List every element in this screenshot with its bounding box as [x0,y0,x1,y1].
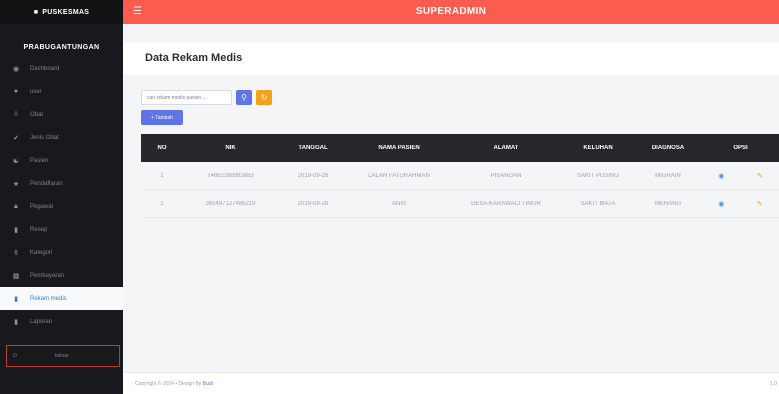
sidebar-item-label: user [30,88,42,95]
column-header-no: NO [157,145,167,151]
sidebar-item-label: Jenis Obat [30,134,59,141]
sidebar-item-label: Pasien [30,157,49,164]
brand-name: PUSKESMAS [42,8,90,16]
refresh-icon: ↻ [260,93,268,102]
view-icon[interactable]: ◉ [718,200,724,208]
refresh-button[interactable]: ↻ [256,90,272,105]
search-icon: ⚲ [241,93,247,102]
records-table: NO NIK TANGGAL NAMA PASIEN ALAMAT KELUHA… [141,134,779,218]
topbar-title: SUPERADMIN [415,6,487,17]
search-button[interactable]: ⚲ [236,90,252,105]
footer-author-link[interactable]: Budi [203,381,213,387]
cell-alamat: DESA KARAWACI TIMUR [471,200,541,207]
table-header: NO NIK TANGGAL NAMA PASIEN ALAMAT KELUHA… [141,134,779,162]
cell-nik: 74662288993883 [207,172,254,179]
column-header-keluhan: KELUHAN [583,145,613,151]
sidebar-item-kategori[interactable]: ⚱ Kategori [0,241,123,264]
sidebar-item-label: Rekam medis [30,295,67,302]
sidebar-item-pegawai[interactable]: ▲ Pegawai [0,195,123,218]
cell-no: 1 [160,172,164,179]
sidebar-item-label: Resep [30,226,48,233]
sidebar-item-pembayaran[interactable]: ▩ Pembayaran [0,264,123,287]
table-row: 1 74662288993883 2019-09-28 LALAN FATURA… [141,162,779,190]
add-button[interactable]: + Tambah [141,110,183,125]
cell-nik: 365497127486219 [205,200,256,207]
cell-opsi: ◉ ✎ [702,172,779,180]
syringe-icon: ✔ [13,134,19,142]
column-header-diagnosa: DIAGNOSA [651,145,685,151]
cell-nama-pasien: LALAN FATURAHMAN [368,172,430,179]
cell-opsi: ◉ ✎ [702,200,779,208]
cell-tanggal: 2019-09-28 [297,172,329,179]
column-header-alamat: ALAMAT [493,145,519,151]
hospital-icon: ■ [33,8,39,16]
sidebar-item-label: Laporan [30,318,53,325]
page-header: Data Rekam Medis [123,42,779,75]
sidebar-item-user[interactable]: ● user [0,80,123,103]
tags-icon: ⚱ [13,249,19,257]
user-plus-icon: ★ [12,180,20,188]
footer: Copyright © 2024 • Design By Budi 1.0 [123,372,779,394]
footer-version: 1.0 [770,381,777,387]
money-icon: ▩ [12,272,20,280]
column-header-opsi: OPSI [733,145,748,151]
cell-no: 2 [160,200,164,207]
dashboard-icon: ◉ [12,65,20,73]
cell-diagnosa: MIGRAIN [655,172,681,179]
logout-label: keluar [54,353,69,359]
sidebar-item-laporan[interactable]: ▮ Laporan [0,310,123,333]
patient-icon: ☯ [12,157,20,165]
sidebar-item-jenis-obat[interactable]: ✔ Jenis Obat [0,126,123,149]
cell-tanggal: 2019-09-28 [297,200,329,207]
file-medical-icon: ▮ [14,295,18,303]
sidebar-menu: ◉ Dashboard ● user ◊ Obat ✔ Jenis Obat ☯ Pasi… [0,57,123,333]
search-input[interactable]: cari rekam medis pasien ... [141,90,232,105]
topbar: ☰ SUPERADMIN [123,0,779,24]
edit-icon[interactable]: ✎ [757,200,763,208]
sidebar: ■ PUSKESMAS PRABUGANTUNGAN ◉ Dashboard ● u… [0,0,123,394]
cell-alamat: PISANGAN [490,172,522,179]
brand[interactable]: ■ PUSKESMAS [0,0,123,24]
sidebar-item-rekam-medis[interactable]: ▮ Rekam medis [0,287,123,310]
footer-copyright: Copyright © 2024 • Design By Budi [135,381,213,387]
sidebar-item-label: Obat [30,111,44,118]
table-row: 2 365497127486219 2019-09-28 ANIS DESA K… [141,190,779,218]
cell-keluhan: SAKIT PUSING [577,172,619,179]
user-tie-icon: ▲ [12,203,20,210]
file-alt-icon: ▮ [14,318,18,326]
sidebar-item-label: Dashboard [30,65,60,72]
page-title: Data Rekam Medis [145,52,243,64]
cell-nama-pasien: ANIS [391,200,406,207]
sidebar-item-label: Pembayaran [30,272,65,279]
sidebar-item-dashboard[interactable]: ◉ Dashboard [0,57,123,80]
sidebar-item-obat[interactable]: ◊ Obat [0,103,123,126]
org-name: PRABUGANTUNGAN [23,44,100,51]
sidebar-item-label: Pendaftaran [30,180,63,187]
cell-diagnosa: MERANG [654,200,682,207]
sidebar-item-pendaftaran[interactable]: ★ Pendaftaran [0,172,123,195]
file-icon: ▮ [14,226,18,234]
sidebar-item-label: Kategori [30,249,53,256]
sidebar-item-resep[interactable]: ▮ Resep [0,218,123,241]
pills-icon: ◊ [14,111,18,118]
column-header-nama-pasien: NAMA PASIEN [378,145,420,151]
sidebar-item-label: Pegawai [30,203,54,210]
column-header-nik: NIK [225,145,236,151]
footer-text: Copyright © 2024 • Design By [135,381,202,387]
power-icon: ⏻ [13,353,17,359]
column-header-tanggal: TANGGAL [298,145,328,151]
logout-button[interactable]: ⏻ keluar [6,345,120,367]
edit-icon[interactable]: ✎ [757,172,763,180]
cell-keluhan: SAKIT MATA [580,200,616,207]
view-icon[interactable]: ◉ [718,172,724,180]
users-icon: ● [13,88,19,95]
sidebar-item-pasien[interactable]: ☯ Pasien [0,149,123,172]
